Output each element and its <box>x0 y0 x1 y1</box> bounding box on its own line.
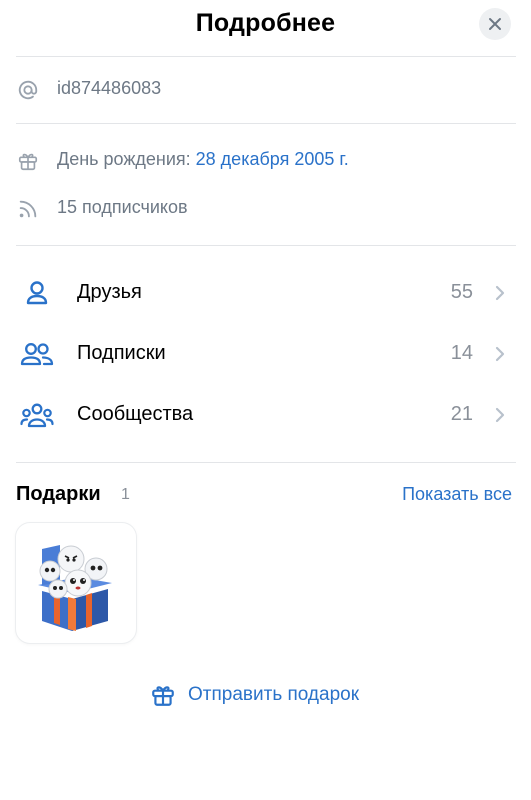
user-id-link[interactable]: id874486083 <box>57 78 161 99</box>
header: Подробнее <box>0 0 531 52</box>
gift-sticker-image <box>38 545 112 631</box>
user-icon <box>20 278 54 308</box>
close-icon <box>489 18 501 30</box>
gift-item[interactable] <box>16 523 136 643</box>
nav-row-subscriptions[interactable]: Подписки 14 <box>0 329 531 379</box>
close-button[interactable] <box>479 8 511 40</box>
nav-label: Друзья <box>77 281 142 303</box>
gift-icon <box>16 149 40 173</box>
chevron-right-icon <box>495 346 505 362</box>
at-sign-icon <box>16 78 40 102</box>
nav-label: Сообщества <box>77 403 194 425</box>
birthday-text: День рождения: 28 декабря 2005 г. <box>57 149 349 170</box>
community-icon <box>20 400 54 430</box>
followers-text: 15 подписчиков <box>57 197 188 217</box>
birthday-row: День рождения: 28 декабря 2005 г. <box>0 149 531 173</box>
gift-icon <box>152 686 174 706</box>
nav-row-communities[interactable]: Сообщества 21 <box>0 390 531 440</box>
rss-icon <box>16 197 40 221</box>
nav-label: Подписки <box>77 342 166 364</box>
birthday-date-link[interactable]: 28 декабря 2005 г. <box>196 149 349 169</box>
nav-count: 14 <box>450 342 473 364</box>
followers-row[interactable]: 15 подписчиков <box>0 197 531 221</box>
nav-row-friends[interactable]: Друзья 55 <box>0 268 531 318</box>
divider <box>16 245 516 246</box>
gifts-title: Подарки <box>16 483 101 505</box>
page-title: Подробнее <box>195 9 336 37</box>
chevron-right-icon <box>495 407 505 423</box>
users-icon <box>20 339 54 369</box>
show-all-gifts-link[interactable]: Показать все <box>402 484 512 505</box>
divider <box>16 123 516 124</box>
send-gift-label: Отправить подарок <box>188 684 360 705</box>
nav-count: 21 <box>450 403 473 425</box>
user-id-row[interactable]: id874486083 <box>0 78 531 102</box>
nav-count: 55 <box>450 281 473 303</box>
gifts-count: 1 <box>121 486 130 503</box>
divider <box>16 56 516 57</box>
send-gift-button[interactable]: Отправить подарок <box>150 681 359 709</box>
chevron-right-icon <box>495 285 505 301</box>
divider <box>16 462 516 463</box>
birthday-label: День рождения: <box>57 149 191 169</box>
gifts-header: Подарки 1 Показать все <box>16 481 512 509</box>
